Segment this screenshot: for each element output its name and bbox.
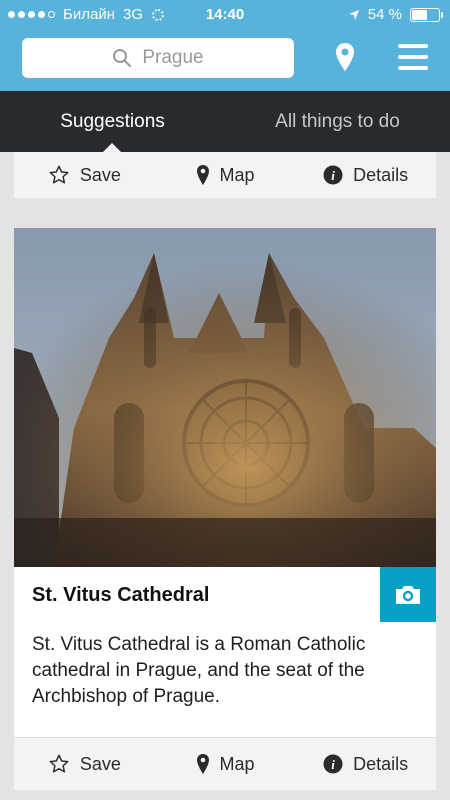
camera-icon [396, 585, 420, 604]
map-pin-icon [196, 753, 210, 775]
details-label: Details [353, 164, 409, 185]
star-icon [48, 753, 70, 775]
svg-text:i: i [331, 168, 335, 183]
map-pin-icon[interactable] [334, 42, 356, 72]
status-bar: Билайн 3G 14:40 54 % [0, 0, 450, 30]
map-button[interactable]: Map [155, 738, 296, 790]
details-button[interactable]: i Details [295, 738, 436, 790]
attraction-card[interactable]: St. Vitus Cathedral St. Vitus Cathedral … [14, 228, 436, 737]
save-label: Save [79, 164, 121, 185]
status-right: 54 % [348, 6, 443, 23]
cathedral-photo[interactable] [14, 228, 436, 567]
card-description: St. Vitus Cathedral is a Roman Catholic … [32, 634, 366, 707]
info-icon: i [323, 165, 343, 185]
battery-percent: 54 % [367, 6, 402, 23]
map-button[interactable]: Map [155, 152, 296, 198]
tab-bar: Suggestions All things to do [0, 91, 450, 152]
info-icon: i [323, 754, 343, 774]
photos-button[interactable] [380, 567, 436, 622]
details-label: Details [353, 753, 409, 774]
details-button[interactable]: i Details [295, 152, 436, 198]
tab-all-things-to-do[interactable]: All things to do [225, 91, 450, 152]
save-button[interactable]: Save [14, 152, 155, 198]
save-button[interactable]: Save [14, 738, 155, 790]
battery-icon [410, 7, 443, 22]
card-title[interactable]: St. Vitus Cathedral [32, 584, 209, 607]
location-arrow-icon [348, 9, 359, 20]
map-label: Map [219, 753, 255, 774]
card-actions-bottom: Save Map i Details [14, 737, 436, 790]
save-label: Save [79, 753, 121, 774]
card-actions-top: Save Map i Details [14, 152, 436, 198]
battery-fill [412, 9, 428, 20]
search-icon [113, 49, 132, 67]
star-icon [48, 164, 70, 186]
map-label: Map [219, 164, 255, 185]
search-value: Prague [142, 47, 204, 68]
svg-text:i: i [331, 757, 335, 772]
map-pin-icon [196, 164, 210, 186]
hamburger-menu-icon[interactable] [398, 44, 428, 70]
search-input[interactable]: Prague [22, 38, 294, 78]
